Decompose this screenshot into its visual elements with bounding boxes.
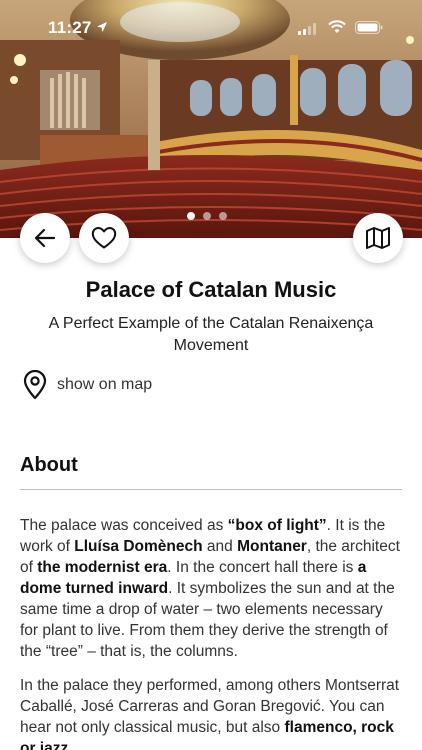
screen: 11:27 Palace of Catalan Music A Perfect … xyxy=(0,0,422,750)
carousel-dot-1[interactable] xyxy=(187,212,195,220)
wifi-icon xyxy=(328,20,346,33)
about-p1-bold-1: “box of light” xyxy=(227,517,327,534)
about-paragraph-2: In the palace they performed, among othe… xyxy=(20,675,404,750)
location-arrow-icon xyxy=(97,22,107,32)
about-p1-bold-3: Montaner xyxy=(237,538,307,555)
map-view-button[interactable] xyxy=(353,213,403,263)
back-button[interactable] xyxy=(20,213,70,263)
cellular-signal-icon xyxy=(298,23,316,35)
about-p2-text-2: . xyxy=(68,740,73,750)
heart-icon xyxy=(91,227,117,249)
carousel-dot-2[interactable] xyxy=(203,212,211,220)
show-on-map-link[interactable]: show on map xyxy=(22,370,152,400)
about-divider xyxy=(20,489,402,490)
show-on-map-label: show on map xyxy=(57,376,153,393)
about-heading: About xyxy=(20,454,78,476)
folded-map-icon xyxy=(366,227,390,249)
about-p1-bold-2: Lluísa Domènech xyxy=(74,538,203,555)
status-bar: 11:27 xyxy=(0,0,422,54)
status-time: 11:27 xyxy=(48,18,92,37)
carousel-page-dots[interactable] xyxy=(187,212,227,220)
battery-icon xyxy=(355,21,383,34)
place-subtitle: A Perfect Example of the Catalan Renaixe… xyxy=(48,315,374,354)
about-paragraph-1: The palace was conceived as “box of ligh… xyxy=(20,515,404,662)
map-pin-icon xyxy=(23,370,47,400)
about-p1-text-3: and xyxy=(202,538,238,555)
about-p1-text-1: The palace was conceived as xyxy=(20,517,228,534)
about-p1-text-5: . In the concert hall there is xyxy=(167,559,358,576)
place-title: Palace of Catalan Music xyxy=(85,277,337,302)
favorite-button[interactable] xyxy=(79,213,129,263)
about-p1-bold-4: the modernist era xyxy=(37,559,168,576)
carousel-dot-3[interactable] xyxy=(219,212,227,220)
arrow-left-icon xyxy=(34,228,56,248)
